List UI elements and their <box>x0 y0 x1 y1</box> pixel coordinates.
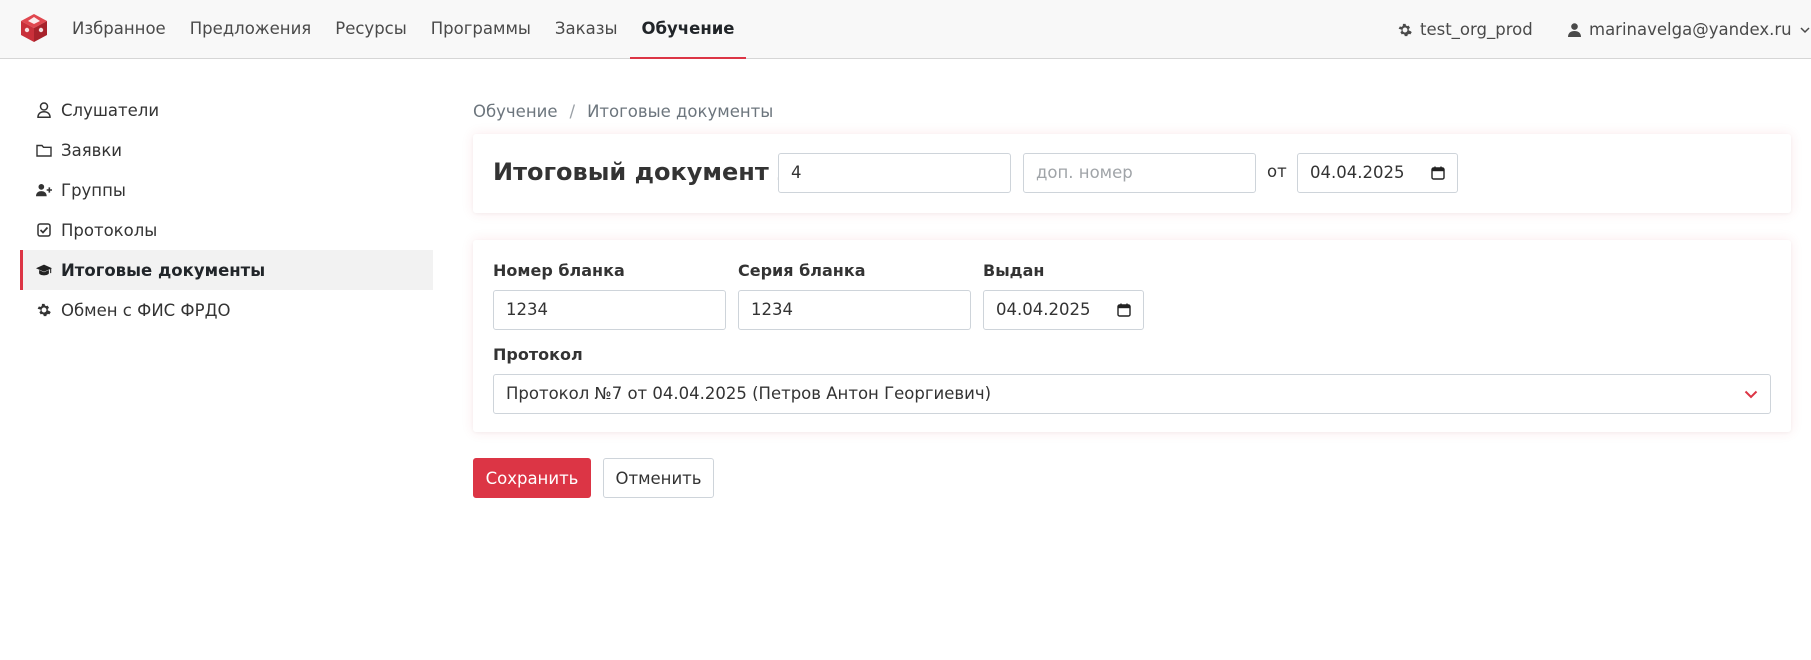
breadcrumb-current: Итоговые документы <box>587 102 774 121</box>
sidebar: Слушатели Заявки Группы Протоколы Итогов… <box>20 90 433 330</box>
user-icon <box>36 102 52 118</box>
cancel-button[interactable]: Отменить <box>603 458 714 498</box>
save-button[interactable]: Сохранить <box>473 458 591 498</box>
document-date-value: 04.04.2025 <box>1310 163 1405 182</box>
nav-item-offers[interactable]: Предложения <box>178 0 324 59</box>
sidebar-item-label: Обмен с ФИС ФРДО <box>61 300 231 320</box>
sidebar-item-label: Заявки <box>61 140 123 160</box>
sidebar-item-label: Группы <box>61 180 126 200</box>
org-name: test_org_prod <box>1420 19 1533 39</box>
main-nav: Избранное Предложения Ресурсы Программы … <box>60 0 747 59</box>
sidebar-item-label: Протоколы <box>61 220 158 240</box>
org-switcher[interactable]: test_org_prod <box>1398 0 1533 59</box>
sidebar-item-protocols[interactable]: Протоколы <box>20 210 433 250</box>
sidebar-item-label: Итоговые документы <box>61 260 266 280</box>
sidebar-item-groups[interactable]: Группы <box>20 170 433 210</box>
blank-series-label: Серия бланка <box>738 261 866 280</box>
breadcrumb-parent-link[interactable]: Обучение <box>473 102 558 121</box>
sidebar-item-applications[interactable]: Заявки <box>20 130 433 170</box>
document-number-value: 4 <box>791 163 802 182</box>
extra-number-input[interactable]: доп. номер <box>1023 153 1256 193</box>
sidebar-item-fis-frdo-exchange[interactable]: Обмен с ФИС ФРДО <box>20 290 433 330</box>
document-date-input[interactable]: 04.04.2025 <box>1297 153 1458 193</box>
sidebar-item-listeners[interactable]: Слушатели <box>20 90 433 130</box>
blank-number-input[interactable]: 1234 <box>493 290 726 330</box>
chevron-down-icon <box>1744 390 1758 399</box>
breadcrumb: Обучение / Итоговые документы <box>473 102 773 121</box>
date-from-label: от <box>1267 162 1287 181</box>
top-navbar: Избранное Предложения Ресурсы Программы … <box>0 0 1811 59</box>
gear-icon <box>1398 23 1412 37</box>
user-icon <box>1568 22 1581 37</box>
document-number-input[interactable]: 4 <box>778 153 1011 193</box>
gear-icon <box>36 302 52 318</box>
folder-icon <box>36 142 52 158</box>
issued-date-value: 04.04.2025 <box>996 300 1091 319</box>
nav-item-education[interactable]: Обучение <box>629 0 747 59</box>
issued-label: Выдан <box>983 261 1045 280</box>
issued-date-input[interactable]: 04.04.2025 <box>983 290 1144 330</box>
nav-item-programs[interactable]: Программы <box>419 0 543 59</box>
protocol-selected-value: Протокол №7 от 04.04.2025 (Петров Антон … <box>506 384 992 403</box>
user-plus-icon <box>36 182 52 198</box>
document-header-card: Итоговый документ № 4 доп. номер от 04.0… <box>473 134 1791 213</box>
sidebar-item-label: Слушатели <box>61 100 160 120</box>
calendar-icon[interactable] <box>1117 303 1131 317</box>
extra-number-placeholder: доп. номер <box>1036 163 1133 182</box>
app-logo-icon[interactable] <box>18 12 50 44</box>
breadcrumb-separator: / <box>569 102 576 121</box>
blank-series-input[interactable]: 1234 <box>738 290 971 330</box>
graduation-cap-icon <box>36 262 52 278</box>
nav-item-favorites[interactable]: Избранное <box>60 0 178 59</box>
calendar-icon[interactable] <box>1431 166 1445 180</box>
user-email: marinavelga@yandex.ru <box>1589 19 1792 39</box>
chevron-down-icon <box>1800 26 1810 34</box>
blank-number-label: Номер бланка <box>493 261 625 280</box>
check-square-icon <box>36 222 52 238</box>
blank-number-value: 1234 <box>506 300 548 319</box>
protocol-select[interactable]: Протокол №7 от 04.04.2025 (Петров Антон … <box>493 374 1771 414</box>
blank-series-value: 1234 <box>751 300 793 319</box>
user-menu[interactable]: marinavelga@yandex.ru <box>1568 0 1810 59</box>
protocol-label: Протокол <box>493 345 583 364</box>
page-title: Итоговый документ № <box>493 158 806 186</box>
sidebar-item-final-documents[interactable]: Итоговые документы <box>20 250 433 290</box>
nav-item-orders[interactable]: Заказы <box>543 0 630 59</box>
document-details-card: Номер бланка 1234 Серия бланка 1234 Выда… <box>473 240 1791 432</box>
nav-item-resources[interactable]: Ресурсы <box>323 0 419 59</box>
